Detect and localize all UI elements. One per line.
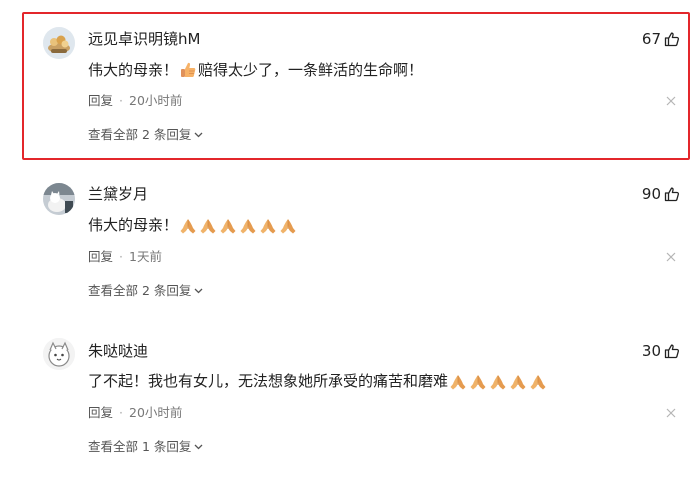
praying-hands-emoji-icon (450, 374, 466, 389)
comment-time: 20小时前 (129, 405, 183, 420)
view-all-label: 查看全部 1 条回复 (88, 439, 192, 454)
praying-hands-emoji-icon (490, 374, 506, 389)
avatar-cat-icon (43, 183, 75, 215)
comment-meta: 回复 · 20小时前 (88, 92, 182, 110)
thumbs-up-emoji-icon (181, 62, 196, 77)
reply-button[interactable]: 回复 (88, 249, 113, 264)
praying-hands-emoji-icon (240, 218, 256, 233)
praying-hands-emoji-icon (280, 218, 296, 233)
meta-separator: · (119, 93, 123, 108)
comment-text: 伟大的母亲！ (88, 214, 298, 236)
view-all-label: 查看全部 2 条回复 (88, 283, 192, 298)
view-all-replies-link[interactable]: 查看全部 2 条回复 (88, 282, 203, 300)
comment-text-part: 伟大的母亲！ (88, 61, 179, 79)
comment-username[interactable]: 兰黛岁月 (88, 184, 148, 204)
like-count: 67 (641, 30, 661, 48)
praying-hands-emoji-icon (260, 218, 276, 233)
user-avatar[interactable] (43, 338, 75, 370)
close-icon[interactable] (666, 408, 676, 418)
praying-hands-emoji-icon (470, 374, 486, 389)
chevron-down-icon (194, 444, 203, 450)
comment-text-part: 了不起！我也有女儿，无法想象她所承受的痛苦和磨难 (88, 372, 449, 390)
user-avatar[interactable] (43, 183, 75, 215)
like-count: 30 (641, 342, 661, 360)
comment-username[interactable]: 远见卓识明镜hM (88, 29, 200, 49)
comment-text: 了不起！我也有女儿，无法想象她所承受的痛苦和磨难 (88, 370, 548, 392)
comment-username[interactable]: 朱哒哒迪 (88, 341, 148, 361)
meta-separator: · (119, 249, 123, 264)
praying-hands-emoji-icon (220, 218, 236, 233)
comment-time: 1天前 (129, 249, 162, 264)
user-avatar[interactable] (43, 27, 75, 59)
chevron-down-icon (194, 288, 203, 294)
like-button[interactable]: 90 (642, 184, 680, 204)
prayer-emoji-row (178, 214, 298, 236)
prayer-emoji-row (448, 370, 548, 392)
meta-separator: · (119, 405, 123, 420)
avatar-cartoon-icon (43, 338, 75, 370)
view-all-replies-link[interactable]: 查看全部 2 条回复 (88, 126, 203, 144)
chevron-down-icon (194, 132, 203, 138)
praying-hands-emoji-icon (510, 374, 526, 389)
comment-text: 伟大的母亲！ 赔得太少了，一条鲜活的生命啊！ (88, 59, 423, 81)
reply-button[interactable]: 回复 (88, 405, 113, 420)
like-count: 90 (641, 185, 661, 203)
comment-text-part: 赔得太少了，一条鲜活的生命啊！ (198, 61, 424, 79)
avatar-food-bowl-icon (43, 27, 75, 59)
close-icon[interactable] (666, 252, 676, 262)
comment-text-part: 伟大的母亲！ (88, 216, 179, 234)
thumbs-up-icon (664, 187, 680, 202)
like-button[interactable]: 30 (642, 341, 680, 361)
thumbs-up-icon (664, 32, 680, 47)
view-all-replies-link[interactable]: 查看全部 1 条回复 (88, 438, 203, 456)
comment-meta: 回复 · 20小时前 (88, 404, 182, 422)
close-icon[interactable] (666, 96, 676, 106)
view-all-label: 查看全部 2 条回复 (88, 127, 192, 142)
like-button[interactable]: 67 (642, 29, 680, 49)
reply-button[interactable]: 回复 (88, 93, 113, 108)
praying-hands-emoji-icon (530, 374, 546, 389)
praying-hands-emoji-icon (200, 218, 216, 233)
thumbs-up-icon (664, 344, 680, 359)
comment-time: 20小时前 (129, 93, 183, 108)
praying-hands-emoji-icon (180, 218, 196, 233)
comment-meta: 回复 · 1天前 (88, 248, 162, 266)
